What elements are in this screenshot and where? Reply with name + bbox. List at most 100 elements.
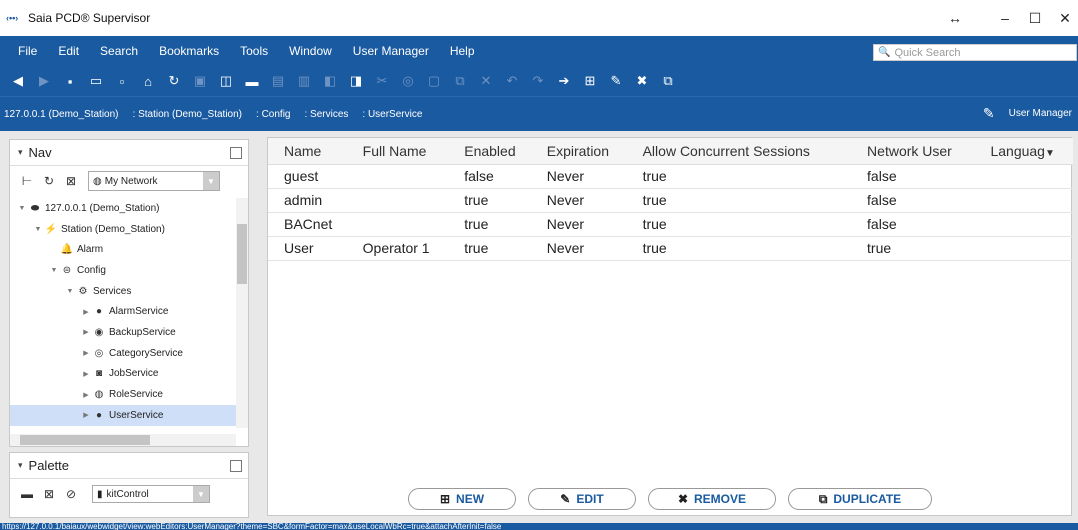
refresh-icon[interactable]: ↻ — [38, 174, 60, 188]
tree-node[interactable]: ▼ ⚙ Services — [10, 281, 236, 302]
menu-bookmarks[interactable]: Bookmarks — [159, 44, 219, 58]
column-header-allow-concurrent[interactable]: Allow Concurrent Sessions — [626, 138, 852, 165]
menu-window[interactable]: Window — [289, 44, 332, 58]
jump-icon[interactable]: ➔ — [552, 70, 576, 92]
paste-icon[interactable]: ▢ — [422, 70, 446, 92]
nav-tree-scrollbar[interactable] — [236, 198, 248, 428]
breadcrumb-userservice[interactable]: : UserService — [362, 109, 422, 120]
duplicate-icon[interactable]: ⧉ — [448, 70, 472, 92]
new-button[interactable]: ⊞ NEW — [408, 488, 516, 510]
duplicate-object-icon[interactable]: ⧉ — [656, 70, 680, 92]
refresh-icon[interactable]: ↻ — [162, 70, 186, 92]
edit-icon[interactable]: ✎ — [604, 70, 628, 92]
tree-node[interactable]: 🔔 Alarm — [10, 239, 236, 260]
console-icon[interactable]: ▫ — [110, 70, 134, 92]
maximize-panel-icon[interactable] — [230, 146, 242, 159]
menu-tools[interactable]: Tools — [240, 44, 268, 58]
tree-node[interactable]: ▶ ◍ RoleService — [10, 384, 236, 405]
side-bar-icon[interactable]: ▭ — [84, 70, 108, 92]
expand-toggle-icon[interactable]: ▼ — [64, 288, 76, 295]
maximize-panel-icon[interactable] — [230, 459, 242, 472]
find-icon[interactable]: ⊘ — [60, 487, 82, 501]
duplicate-button[interactable]: ⧉ DUPLICATE — [788, 488, 932, 510]
palette-module-select[interactable]: ▮ kitControl ▼ — [92, 485, 210, 503]
column-header-network-user[interactable]: Network User — [851, 138, 975, 165]
column-header-name[interactable]: Name — [268, 138, 347, 165]
save-icon[interactable]: ▤ — [266, 70, 290, 92]
tree-node[interactable]: ▶ ◎ CategoryService — [10, 343, 236, 364]
nav-panel-header[interactable]: ▾ Nav — [10, 140, 248, 166]
tree-node[interactable]: ▶ ◉ BackupService — [10, 322, 236, 343]
column-header-full-name[interactable]: Full Name — [346, 138, 449, 165]
expand-toggle-icon[interactable]: ▶ — [80, 349, 92, 357]
close-icon[interactable]: ⊠ — [60, 174, 82, 188]
menu-file[interactable]: File — [18, 44, 37, 58]
redo-icon[interactable]: ↷ — [526, 70, 550, 92]
scroll-thumb[interactable] — [237, 224, 247, 284]
panel-icon[interactable]: ◫ — [214, 70, 238, 92]
expand-toggle-icon[interactable]: ▶ — [80, 328, 92, 336]
folder-icon[interactable]: ▬ — [240, 70, 264, 92]
menu-help[interactable]: Help — [450, 44, 475, 58]
table-row[interactable]: User Operator 1 true Never true true — [268, 236, 1073, 261]
remove-button-label: REMOVE — [694, 492, 747, 506]
restore-size-button[interactable]: ↔ — [935, 0, 975, 36]
column-header-expiration[interactable]: Expiration — [530, 138, 627, 165]
forward-icon[interactable]: ▶ — [32, 70, 56, 92]
tree-node[interactable]: ▶ ● UserService — [10, 404, 236, 426]
table-row[interactable]: admin true Never true false — [268, 188, 1073, 213]
menu-user-manager[interactable]: User Manager — [353, 44, 429, 58]
tree-node[interactable]: ▼ ⬬ 127.0.0.1 (Demo_Station) — [10, 198, 236, 219]
tree-node[interactable]: ▼ ⚡ Station (Demo_Station) — [10, 219, 236, 240]
menu-search[interactable]: Search — [100, 44, 138, 58]
chevron-down-icon[interactable]: ▾ — [18, 460, 23, 471]
close-window-button[interactable]: ✕ — [1045, 0, 1078, 36]
table-row[interactable]: BACnet true Never true false — [268, 212, 1073, 237]
expand-toggle-icon[interactable]: ▶ — [80, 391, 92, 399]
chevron-down-icon[interactable]: ▾ — [18, 147, 23, 158]
close-palette-icon[interactable]: ⊠ — [38, 487, 60, 501]
menu-edit[interactable]: Edit — [58, 44, 79, 58]
breadcrumb-station[interactable]: : Station (Demo_Station) — [133, 109, 243, 120]
add-icon[interactable]: ⊞ — [578, 70, 602, 92]
tree-node[interactable]: ▶◘AuthenticationServ — [10, 426, 236, 428]
remove-icon[interactable]: ✖ — [630, 70, 654, 92]
new-doc-icon[interactable]: ◨ — [344, 70, 368, 92]
expand-toggle-icon[interactable]: ▶ — [80, 308, 92, 316]
expand-toggle-icon[interactable]: ▼ — [48, 267, 60, 274]
breadcrumb-services[interactable]: : Services — [304, 109, 348, 120]
up-level-icon[interactable]: ▪ — [58, 70, 82, 92]
expand-toggle-icon[interactable]: ▶ — [80, 370, 92, 378]
tree-node[interactable]: ▶ ● AlarmService — [10, 301, 236, 322]
save-all-icon[interactable]: ▥ — [292, 70, 316, 92]
expand-toggle-icon[interactable]: ▶ — [80, 411, 92, 419]
view-selector[interactable]: ✎ User Manager — [983, 96, 1072, 131]
palette-panel-header[interactable]: ▾ Palette — [10, 453, 248, 479]
back-icon[interactable]: ◀ — [6, 70, 30, 92]
remove-button[interactable]: ✖ REMOVE — [648, 488, 776, 510]
breadcrumb-config[interactable]: : Config — [256, 109, 290, 120]
view-icon[interactable]: ▣ — [188, 70, 212, 92]
tree-node[interactable]: ▼ ⊜ Config — [10, 260, 236, 281]
expand-toggle-icon[interactable]: ▼ — [32, 226, 44, 233]
edit-button[interactable]: ✎ EDIT — [528, 488, 636, 510]
copy-icon[interactable]: ◎ — [396, 70, 420, 92]
nav-tree-icon[interactable]: ⊢ — [16, 174, 38, 188]
home-icon[interactable]: ⌂ — [136, 70, 160, 92]
column-header-language[interactable]: Languag▼ — [974, 138, 1073, 165]
breadcrumb-host[interactable]: 127.0.0.1 (Demo_Station) — [4, 109, 119, 120]
table-row[interactable]: guest false Never true false — [268, 164, 1073, 189]
scroll-thumb[interactable] — [20, 435, 150, 445]
delete-icon[interactable]: ✕ — [474, 70, 498, 92]
column-header-enabled[interactable]: Enabled — [448, 138, 531, 165]
nav-tree-hscrollbar[interactable] — [10, 434, 236, 446]
cut-icon[interactable]: ✂ — [370, 70, 394, 92]
column-options-icon[interactable]: ▼ — [1045, 148, 1055, 159]
expand-toggle-icon[interactable]: ▼ — [16, 205, 28, 212]
network-select[interactable]: ◍ My Network ▼ — [88, 171, 220, 191]
quick-search-input[interactable]: 🔍 Quick Search — [873, 44, 1077, 61]
export-icon[interactable]: ◧ — [318, 70, 342, 92]
undo-icon[interactable]: ↶ — [500, 70, 524, 92]
open-palette-icon[interactable]: ▬ — [16, 487, 38, 501]
tree-node[interactable]: ▶ ◙ JobService — [10, 364, 236, 385]
